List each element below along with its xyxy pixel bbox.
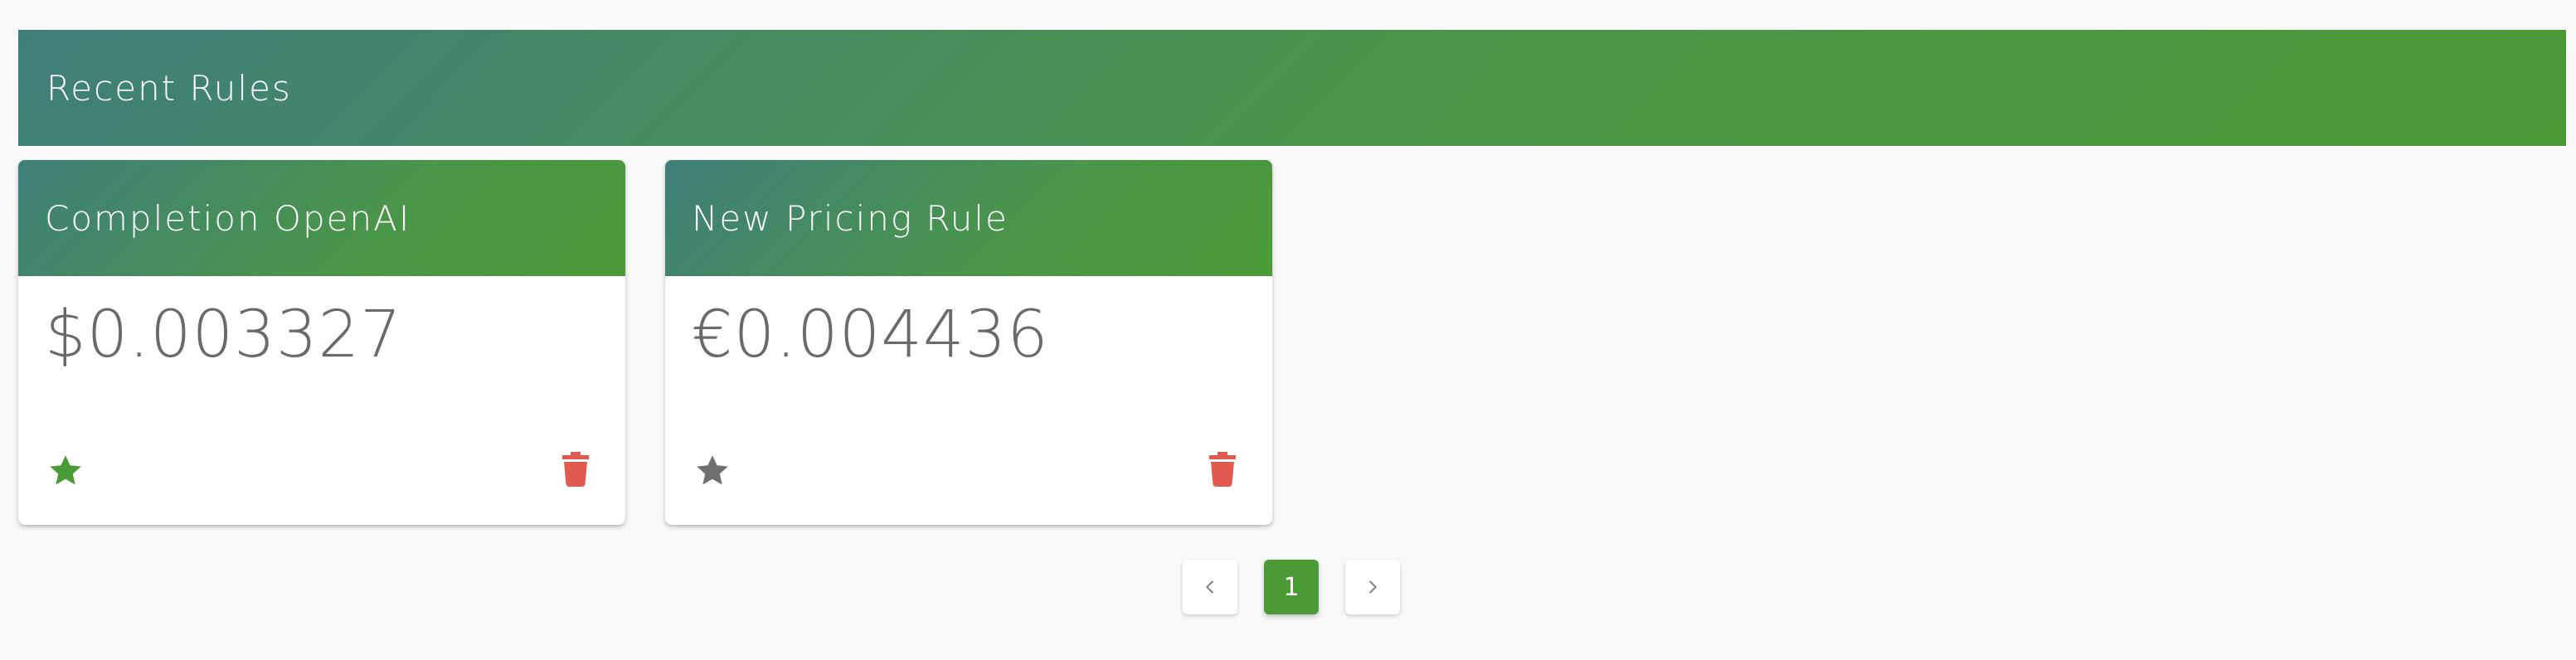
page-number: 1 xyxy=(1283,572,1300,602)
trash-icon[interactable] xyxy=(1209,452,1236,487)
star-icon[interactable] xyxy=(46,452,85,490)
prev-page-button[interactable] xyxy=(1183,560,1237,614)
chevron-left-icon xyxy=(1206,580,1213,594)
page-button-current[interactable]: 1 xyxy=(1264,560,1319,614)
card-title: New Pricing Rule xyxy=(692,197,1009,239)
pagination: 1 xyxy=(1183,560,1400,614)
trash-icon[interactable] xyxy=(562,452,589,487)
rule-card[interactable]: New Pricing Rule €0.004436 xyxy=(665,160,1272,525)
card-title: Completion OpenAI xyxy=(45,197,411,239)
card-price: $0.003327 xyxy=(45,298,402,372)
card-header: New Pricing Rule xyxy=(665,160,1272,276)
star-icon[interactable] xyxy=(693,452,731,490)
card-price: €0.004436 xyxy=(692,298,1049,372)
next-page-button[interactable] xyxy=(1345,560,1400,614)
rule-card[interactable]: Completion OpenAI $0.003327 xyxy=(18,160,625,525)
section-title: Recent Rules xyxy=(46,67,292,109)
card-header: Completion OpenAI xyxy=(18,160,625,276)
section-header: Recent Rules xyxy=(18,30,2566,146)
chevron-right-icon xyxy=(1369,580,1377,594)
